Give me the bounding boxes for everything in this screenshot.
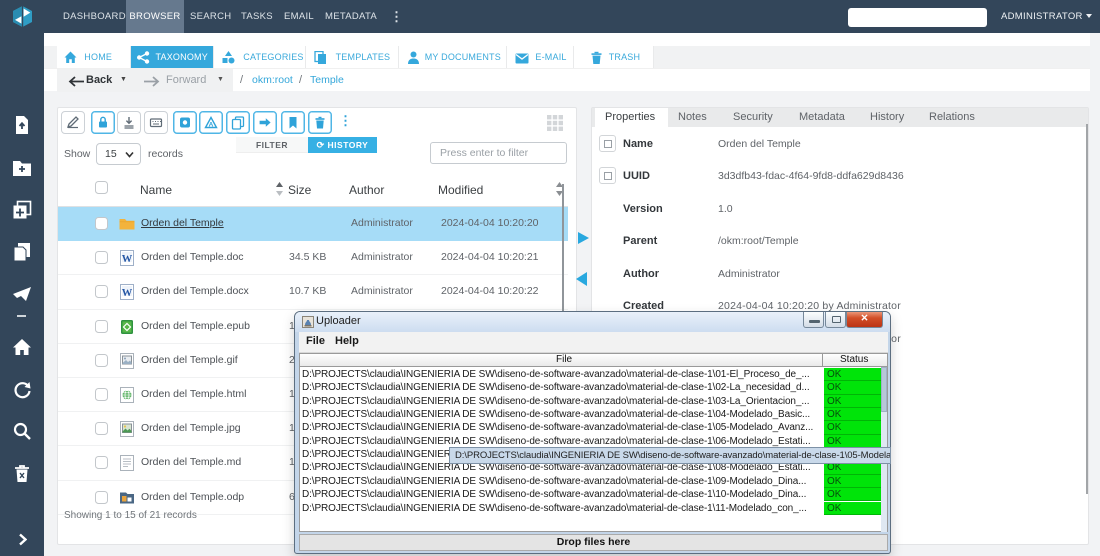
svg-text:A: A bbox=[209, 122, 214, 129]
svg-text:W: W bbox=[122, 288, 133, 299]
svg-text:W: W bbox=[122, 254, 133, 265]
